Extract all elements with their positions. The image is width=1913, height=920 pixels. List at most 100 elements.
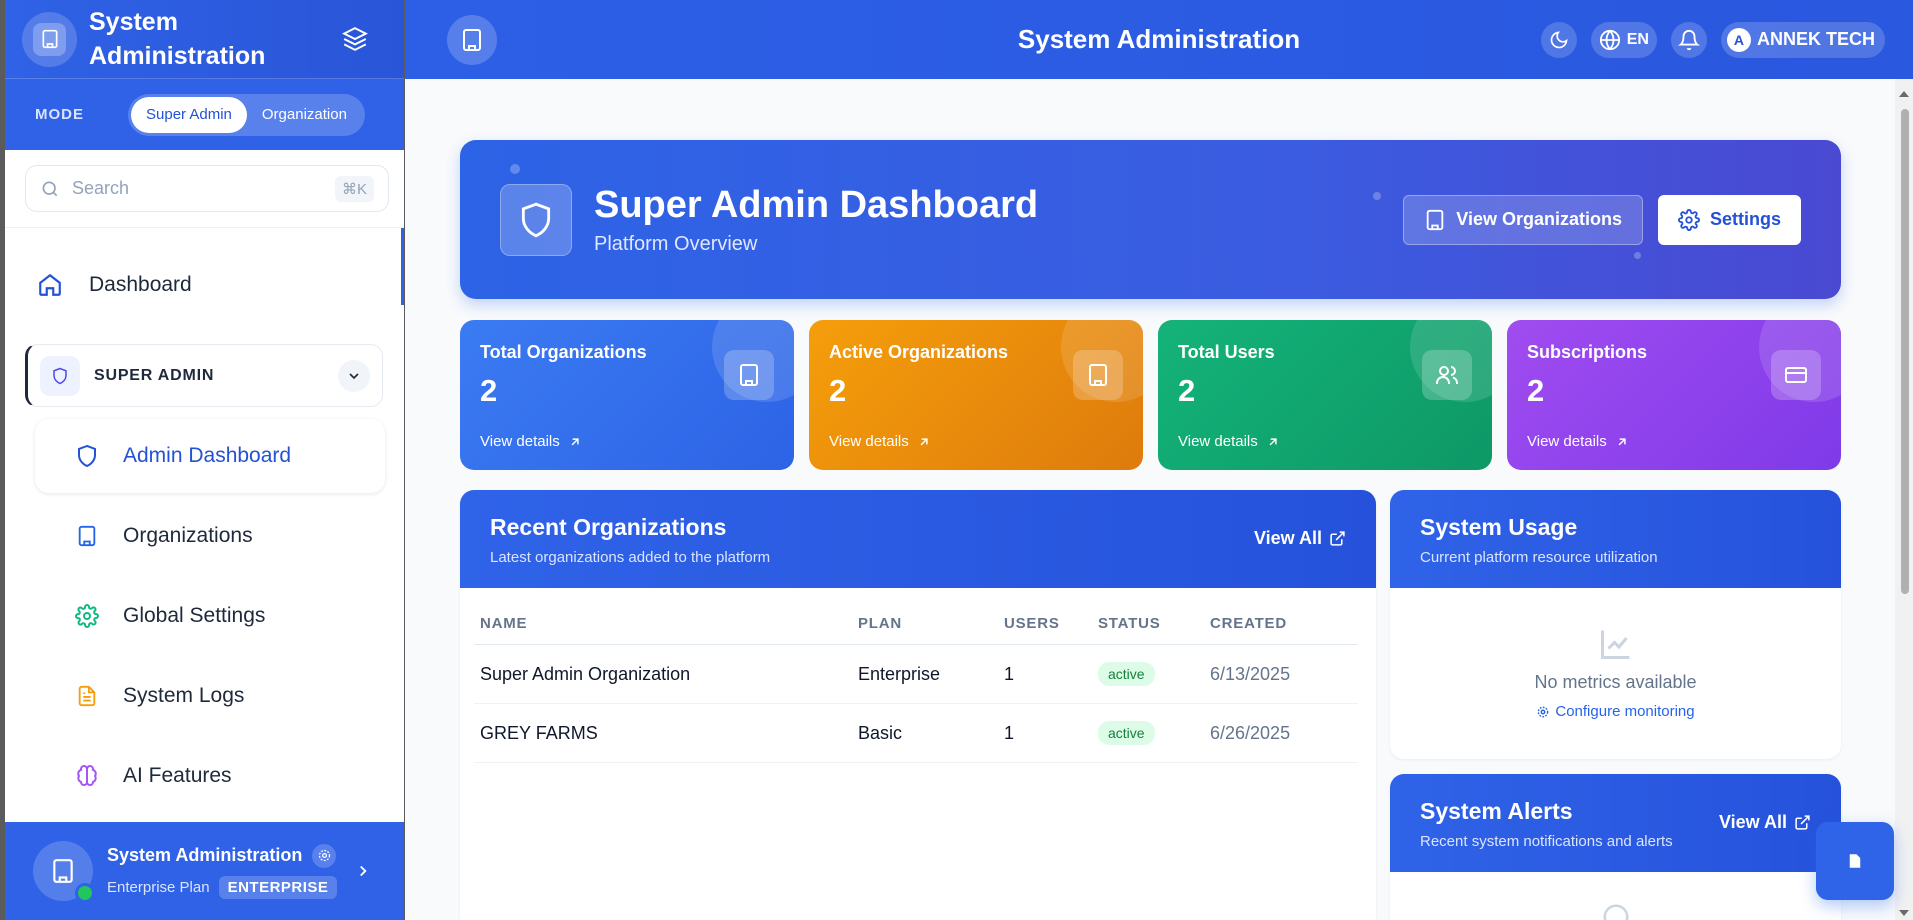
search-icon xyxy=(42,181,58,196)
sidebar-item-ai-features[interactable]: AI Features xyxy=(35,739,385,813)
decor-dot xyxy=(510,164,520,174)
search-input[interactable]: Search ⌘K xyxy=(25,165,389,212)
layers-icon[interactable] xyxy=(342,26,368,52)
gear-icon[interactable] xyxy=(312,843,337,868)
panel-subtitle: Current platform resource utilization xyxy=(1420,549,1658,566)
mode-super-admin[interactable]: Super Admin xyxy=(131,96,247,133)
building-icon xyxy=(1427,209,1444,230)
scroll-up-icon[interactable] xyxy=(1895,87,1913,101)
view-details-label: View details xyxy=(480,433,560,450)
col-created[interactable]: CREATED xyxy=(1204,598,1358,645)
home-icon xyxy=(39,273,61,296)
mode-organization[interactable]: Organization xyxy=(247,97,362,133)
footer-plan: Enterprise Plan xyxy=(107,878,210,896)
sidebar-item-label: Admin Dashboard xyxy=(123,444,292,467)
org-plan: Basic xyxy=(852,703,998,763)
table-row[interactable]: GREY FARMS Basic 1 active 6/26/2025 xyxy=(474,703,1358,763)
user-name: ANNEK TECH xyxy=(1756,29,1875,49)
nav-dashboard[interactable]: Dashboard xyxy=(37,265,192,305)
scroll-down-icon[interactable] xyxy=(1895,906,1913,920)
col-status[interactable]: STATUS xyxy=(1092,598,1204,645)
settings-button[interactable]: Settings xyxy=(1657,194,1801,245)
stat-card-active-organizations[interactable]: Active Organizations 2 View details xyxy=(809,320,1143,470)
external-link-icon xyxy=(1795,815,1810,830)
divider xyxy=(5,227,404,228)
sidebar-footer[interactable]: System Administration Enterprise Plan EN… xyxy=(5,822,404,920)
arrow-up-right-icon xyxy=(920,437,928,445)
super-admin-group-icon xyxy=(40,355,80,396)
scrollbar-thumb[interactable] xyxy=(1901,109,1909,594)
view-all-link[interactable]: View All xyxy=(1254,528,1346,549)
sidebar-header: System Administration xyxy=(5,0,404,79)
users-icon xyxy=(1422,350,1472,400)
stat-card-subscriptions[interactable]: Subscriptions 2 View details xyxy=(1507,320,1841,470)
recent-organizations-panel: Recent Organizations Latest organization… xyxy=(460,490,1376,920)
configure-monitoring-label: Configure monitoring xyxy=(1555,703,1695,720)
view-details-link[interactable]: View details xyxy=(1527,433,1629,450)
topbar-logo[interactable] xyxy=(447,14,497,65)
credit-card-icon xyxy=(1771,350,1821,400)
footer-org-name: System Administration xyxy=(107,845,303,865)
system-usage-panel: System Usage Current platform resource u… xyxy=(1390,490,1841,759)
gear-icon xyxy=(1538,706,1549,717)
building-icon xyxy=(463,28,481,51)
org-name: Super Admin Organization xyxy=(474,644,852,704)
col-plan[interactable]: PLAN xyxy=(852,598,998,645)
organizations-table: NAME PLAN USERS STATUS CREATED Super Adm… xyxy=(474,598,1358,763)
view-details-label: View details xyxy=(1178,433,1258,450)
chevron-down-icon[interactable] xyxy=(338,359,370,392)
view-details-label: View details xyxy=(829,433,909,450)
org-created: 6/13/2025 xyxy=(1204,644,1358,704)
hero-title: Super Admin Dashboard xyxy=(594,183,1039,226)
brain-icon xyxy=(77,765,97,786)
view-organizations-button[interactable]: View Organizations xyxy=(1403,194,1643,245)
chevron-right-icon[interactable] xyxy=(354,862,372,880)
hero-banner: Super Admin Dashboard Platform Overview … xyxy=(460,140,1841,299)
building-icon xyxy=(42,29,57,49)
notifications-button[interactable] xyxy=(1670,21,1707,58)
org-users: 1 xyxy=(998,644,1092,704)
building-icon xyxy=(78,525,96,547)
search-shortcut: ⌘K xyxy=(334,175,374,202)
sidebar-item-global-settings[interactable]: Global Settings xyxy=(35,579,385,653)
status-badge: active xyxy=(1098,721,1155,745)
arrow-up-right-icon xyxy=(1618,437,1626,445)
building-icon xyxy=(1073,350,1123,400)
building-icon xyxy=(53,859,73,883)
empty-state-text: No metrics available xyxy=(1534,672,1697,692)
theme-toggle-button[interactable] xyxy=(1540,21,1577,58)
sidebar-item-admin-dashboard[interactable]: Admin Dashboard xyxy=(35,419,385,493)
table-row[interactable]: Super Admin Organization Enterprise 1 ac… xyxy=(474,644,1358,704)
online-status-dot xyxy=(75,883,95,903)
stat-card-total-users[interactable]: Total Users 2 View details xyxy=(1158,320,1492,470)
language-button[interactable]: EN xyxy=(1590,21,1657,58)
sidebar-item-system-logs[interactable]: System Logs xyxy=(35,659,385,733)
org-created: 6/26/2025 xyxy=(1204,703,1358,763)
view-details-link[interactable]: View details xyxy=(829,433,931,450)
external-link-icon xyxy=(1330,531,1345,546)
view-details-link[interactable]: View details xyxy=(1178,433,1280,450)
decor-dot xyxy=(1634,252,1641,259)
view-all-link[interactable]: View All xyxy=(1719,812,1811,833)
configure-monitoring-link[interactable]: Configure monitoring xyxy=(1536,703,1695,720)
stat-card-total-organizations[interactable]: Total Organizations 2 View details xyxy=(460,320,794,470)
mode-toggle: Super Admin Organization xyxy=(128,93,365,136)
col-users[interactable]: USERS xyxy=(998,598,1092,645)
hero-icon xyxy=(500,183,572,256)
super-admin-group[interactable]: SUPER ADMIN xyxy=(25,344,383,407)
mode-label: MODE xyxy=(35,106,84,123)
org-users: 1 xyxy=(998,703,1092,763)
top-bar: System Administration EN A ANNEK TECH xyxy=(405,0,1913,79)
col-name[interactable]: NAME xyxy=(474,598,852,645)
super-admin-group-label: SUPER ADMIN xyxy=(94,366,215,384)
sidebar-item-organizations[interactable]: Organizations xyxy=(35,499,385,573)
bell-icon xyxy=(1677,29,1700,50)
alert-empty-icon xyxy=(1603,904,1628,920)
main-content: Super Admin Dashboard Platform Overview … xyxy=(405,79,1895,920)
floating-action-button[interactable] xyxy=(1816,822,1894,900)
view-details-link[interactable]: View details xyxy=(480,433,582,450)
scrollbar[interactable] xyxy=(1895,79,1913,920)
user-menu-button[interactable]: A ANNEK TECH xyxy=(1720,21,1885,58)
arrow-up-right-icon xyxy=(571,437,579,445)
globe-icon xyxy=(1599,29,1620,50)
